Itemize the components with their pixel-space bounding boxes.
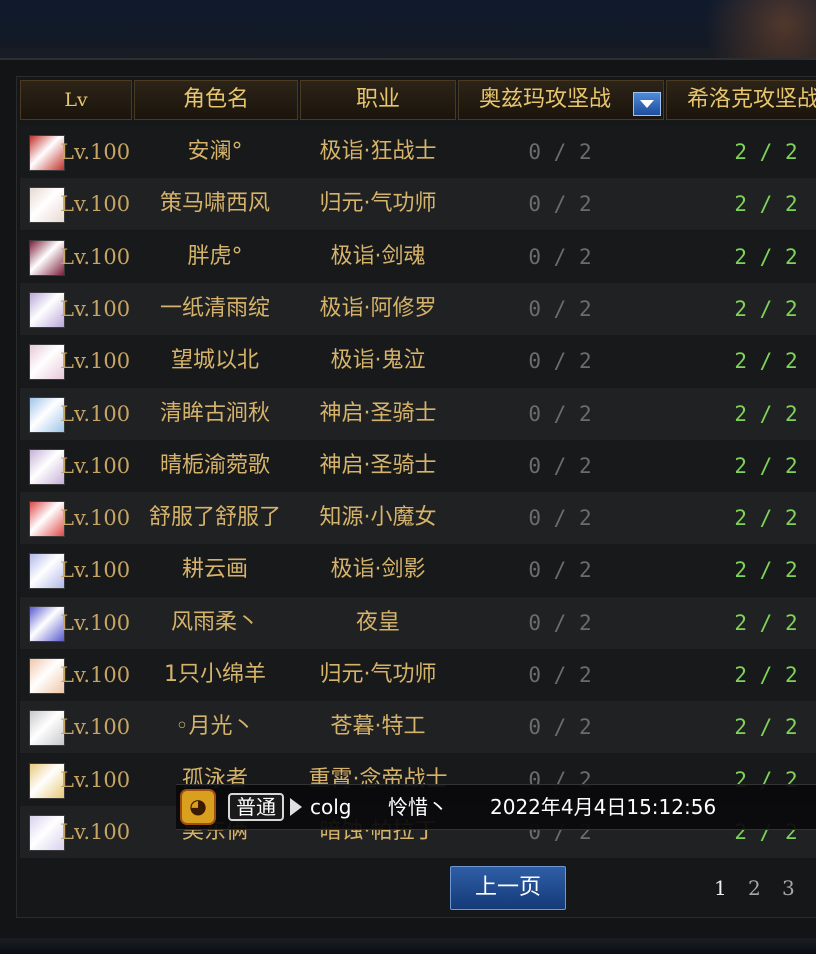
header-job-label: 职业 — [355, 87, 400, 112]
name-cell: 一纸清雨绽 — [159, 296, 270, 321]
ozma-count-cell: 0 / 2 — [528, 454, 592, 478]
ozma-count-cell: 0 / 2 — [528, 140, 592, 164]
level-cell: Lv.100 — [60, 611, 131, 635]
sort-dropdown-icon[interactable] — [633, 92, 661, 116]
sirocco-count-cell: 2 / 2 — [734, 192, 798, 216]
header-lv[interactable]: Lv — [20, 80, 132, 120]
ozma-count-cell: 0 / 2 — [528, 506, 592, 530]
job-cell: 极诣·狂战士 — [319, 139, 437, 164]
level-cell: Lv.100 — [60, 558, 131, 582]
job-cell: 极诣·阿修罗 — [319, 296, 437, 321]
header-ozma[interactable]: 奥兹玛攻坚战 — [458, 80, 664, 120]
job-cell: 极诣·鬼泣 — [330, 348, 426, 373]
level-cell: Lv.100 — [60, 454, 131, 478]
header-lv-label: Lv — [64, 89, 88, 111]
table-row[interactable]: Lv.100 策马啸西风 归元·气功师 0 / 2 2 / 2 — [20, 178, 816, 230]
level-cell: Lv.100 — [60, 715, 131, 739]
level-cell: Lv.100 — [60, 297, 131, 321]
table-row[interactable]: Lv.100 ◦月光丶 苍暮·特工 0 / 2 2 / 2 — [20, 701, 816, 753]
name-cell: 风雨柔丶 — [170, 610, 259, 635]
level-cell: Lv.100 — [60, 663, 131, 687]
name-cell: 望城以北 — [170, 348, 259, 373]
sirocco-count-cell: 2 / 2 — [734, 140, 798, 164]
chat-sender[interactable]: colg — [310, 785, 351, 829]
ozma-count-cell: 0 / 2 — [528, 611, 592, 635]
level-cell: Lv.100 — [60, 349, 131, 373]
chat-timestamp: 2022年4月4日15:12:56 — [490, 795, 717, 819]
table-row[interactable]: Lv.100 舒服了舒服了 知源·小魔女 0 / 2 2 / 2 — [20, 492, 816, 544]
ozma-count-cell: 0 / 2 — [528, 715, 592, 739]
chat-message-bar: ◕ 普通 colg 怜惜丶 2022年4月4日15:12:56 — [176, 784, 816, 830]
table-row[interactable]: Lv.100 1只小绵羊 归元·气功师 0 / 2 2 / 2 — [20, 649, 816, 701]
sirocco-count-cell: 2 / 2 — [734, 558, 798, 582]
sirocco-count-cell: 2 / 2 — [734, 715, 798, 739]
job-cell: 神启·圣骑士 — [319, 401, 437, 426]
table-row[interactable]: Lv.100 晴栀渝菀歌 神启·圣骑士 0 / 2 2 / 2 — [20, 440, 816, 492]
table-row[interactable]: Lv.100 风雨柔丶 夜皇 0 / 2 2 / 2 — [20, 597, 816, 649]
header-job[interactable]: 职业 — [300, 80, 456, 120]
name-cell: 策马啸西风 — [159, 191, 270, 216]
sirocco-count-cell: 2 / 2 — [734, 663, 798, 687]
page-2-link[interactable]: 2 — [748, 866, 761, 910]
header-ozma-label: 奥兹玛攻坚战 — [479, 87, 612, 112]
ozma-count-cell: 0 / 2 — [528, 192, 592, 216]
level-cell: Lv.100 — [60, 820, 131, 844]
name-cell: 耕云画 — [181, 557, 248, 582]
ozma-count-cell: 0 / 2 — [528, 558, 592, 582]
name-cell: 舒服了舒服了 — [148, 505, 281, 530]
job-cell: 夜皇 — [355, 610, 400, 635]
background-banner — [0, 0, 816, 60]
ozma-count-cell: 0 / 2 — [528, 402, 592, 426]
table-row[interactable]: Lv.100 安澜° 极诣·狂战士 0 / 2 2 / 2 — [20, 126, 816, 178]
job-cell: 极诣·剑魂 — [330, 244, 426, 269]
level-cell: Lv.100 — [60, 768, 131, 792]
header-name[interactable]: 角色名 — [134, 80, 298, 120]
job-cell: 极诣·剑影 — [330, 557, 426, 582]
table-row[interactable]: Lv.100 清眸古涧秋 神启·圣骑士 0 / 2 2 / 2 — [20, 388, 816, 440]
job-cell: 神启·圣骑士 — [319, 453, 437, 478]
header-sirocco[interactable]: 希洛克攻坚战 — [666, 80, 816, 120]
job-cell: 苍暮·特工 — [330, 714, 426, 739]
name-cell: ◦月光丶 — [175, 714, 255, 739]
sirocco-count-cell: 2 / 2 — [734, 349, 798, 373]
bottom-strip — [0, 938, 816, 954]
ozma-count-cell: 0 / 2 — [528, 349, 592, 373]
name-cell: 1只小绵羊 — [164, 662, 266, 687]
job-cell: 知源·小魔女 — [319, 505, 437, 530]
ozma-count-cell: 0 / 2 — [528, 663, 592, 687]
table-row[interactable]: Lv.100 一纸清雨绽 极诣·阿修罗 0 / 2 2 / 2 — [20, 283, 816, 335]
prev-page-button[interactable]: 上一页 — [450, 866, 566, 910]
header-sirocco-label: 希洛克攻坚战 — [687, 87, 816, 112]
table-row[interactable]: Lv.100 胖虎° 极诣·剑魂 0 / 2 2 / 2 — [20, 231, 816, 283]
job-cell: 归元·气功师 — [319, 662, 437, 687]
sirocco-count-cell: 2 / 2 — [734, 297, 798, 321]
name-cell: 晴栀渝菀歌 — [159, 453, 270, 478]
job-cell: 归元·气功师 — [319, 191, 437, 216]
sirocco-count-cell: 2 / 2 — [734, 611, 798, 635]
level-cell: Lv.100 — [60, 245, 131, 269]
chat-arrow-icon — [290, 798, 302, 816]
sirocco-count-cell: 2 / 2 — [734, 454, 798, 478]
sirocco-count-cell: 2 / 2 — [734, 402, 798, 426]
table-row[interactable]: Lv.100 望城以北 极诣·鬼泣 0 / 2 2 / 2 — [20, 335, 816, 387]
chat-message: 怜惜丶 — [388, 795, 448, 819]
page-1-link[interactable]: 1 — [714, 866, 727, 910]
name-cell: 安澜° — [187, 139, 243, 164]
ozma-count-cell: 0 / 2 — [528, 297, 592, 321]
sirocco-count-cell: 2 / 2 — [734, 245, 798, 269]
name-cell: 胖虎° — [187, 244, 243, 269]
level-cell: Lv.100 — [60, 402, 131, 426]
page-3-link[interactable]: 3 — [782, 866, 795, 910]
table-row[interactable]: Lv.100 耕云画 极诣·剑影 0 / 2 2 / 2 — [20, 544, 816, 596]
level-cell: Lv.100 — [60, 192, 131, 216]
level-cell: Lv.100 — [60, 506, 131, 530]
level-cell: Lv.100 — [60, 140, 131, 164]
name-cell: 清眸古涧秋 — [159, 401, 270, 426]
chat-emoticon-icon[interactable]: ◕ — [180, 789, 216, 825]
sirocco-count-cell: 2 / 2 — [734, 506, 798, 530]
chat-channel-badge[interactable]: 普通 — [228, 793, 284, 821]
header-name-label: 角色名 — [182, 87, 249, 112]
ozma-count-cell: 0 / 2 — [528, 245, 592, 269]
